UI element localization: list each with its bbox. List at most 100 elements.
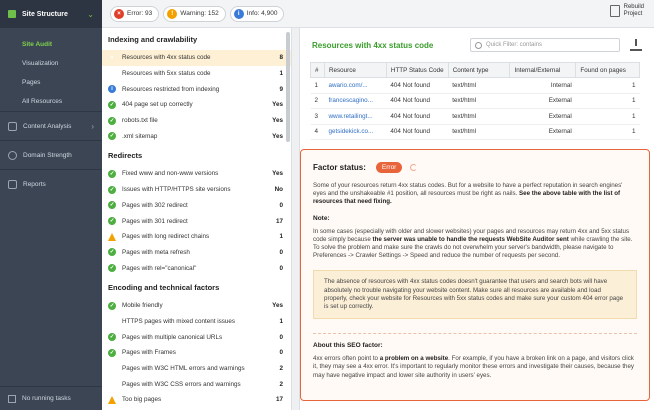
warn-status-icon (108, 232, 116, 241)
factor-label: Issues with HTTP/HTTPS site versions (122, 186, 231, 194)
factor-row[interactable]: Pages with long redirect chains 1 (102, 229, 291, 245)
factor-row[interactable]: × Pages with W3C CSS errors and warnings 2 (102, 376, 291, 392)
column-header-resource[interactable]: Resource (323, 62, 387, 78)
factor-row[interactable]: × Resources with 4xx status code 8 (102, 50, 291, 66)
factor-label: Pages with rel="canonical" (122, 264, 197, 272)
quick-filter-input[interactable]: Quick Filter: contains (470, 38, 620, 52)
ok-status-icon: ✓ (108, 348, 116, 357)
about-text: 4xx errors often point to a problem on a… (313, 355, 637, 380)
error-count-pill[interactable]: × Error: 93 (110, 5, 160, 22)
export-download-icon[interactable] (630, 39, 642, 51)
factor-row[interactable]: ✓ robots.txt file Yes (102, 113, 291, 129)
factor-value: No (274, 186, 283, 194)
factor-value: Yes (272, 170, 283, 178)
status-description: Some of your resources return 4xx status… (313, 182, 637, 207)
resource-link[interactable]: getsidekick.co... (324, 124, 387, 140)
factor-row[interactable]: × Pages with W3C HTML errors and warnings… (102, 361, 291, 377)
details-title: Resources with 4xx status code (312, 40, 434, 50)
factor-row[interactable]: ✓ Fixed www and non-www versions Yes (102, 166, 291, 182)
factor-row[interactable]: ✓ Pages with 302 redirect 0 (102, 198, 291, 214)
factor-label: Too big pages (122, 396, 162, 404)
column-header-number[interactable]: # (310, 62, 325, 78)
factor-row[interactable]: ✓ 404 page set up correctly Yes (102, 97, 291, 113)
ok-status-icon: ✓ (108, 264, 116, 273)
table-row[interactable]: 1 awario.com/... 404 Not found text/html Int… (310, 77, 640, 94)
resource-link[interactable]: www.retailingt... (324, 108, 387, 125)
factor-row[interactable]: ✓ Pages with Frames 0 (102, 345, 291, 361)
ok-status-icon: ✓ (108, 116, 116, 125)
internal-external: External (509, 124, 576, 140)
sidebar-item-site-audit[interactable]: Site Audit (22, 35, 102, 54)
sidebar-item-all-resources[interactable]: All Resources (22, 92, 102, 111)
sidebar-section-reports[interactable]: Reports (0, 169, 102, 198)
note-text: In some cases (especially with older and… (313, 228, 637, 261)
info-status-icon: i (108, 85, 116, 94)
sidebar-item-pages[interactable]: Pages (22, 73, 102, 92)
internal-external: External (509, 93, 576, 109)
column-header-content-type[interactable]: Content type (447, 62, 511, 78)
rebuild-label-line1: Rebuild (623, 4, 644, 10)
error-status-icon: × (110, 54, 114, 61)
factor-row[interactable]: ✓ Pages with multiple canonical URLs 0 (102, 329, 291, 345)
factor-label: Pages with 302 redirect (122, 201, 188, 209)
sidebar-section-content-analysis[interactable]: Content Analysis › (0, 111, 102, 140)
factor-row[interactable]: ✓ Pages with 301 redirect 17 (102, 213, 291, 229)
warning-count: Warning: 152 (180, 10, 219, 17)
refresh-icon[interactable] (410, 163, 418, 171)
factor-row[interactable]: ✓ Mobile friendly Yes (102, 298, 291, 314)
factor-label: Mobile friendly (122, 302, 163, 310)
resource-link[interactable]: awario.com/... (324, 77, 387, 94)
table-row[interactable]: 2 francescagino... 404 Not found text/html E… (310, 93, 640, 109)
error-status-icon: × (110, 365, 114, 372)
factor-label: Pages with long redirect chains (122, 233, 210, 241)
table-row[interactable]: 4 getsidekick.co... 404 Not found text/html… (310, 124, 640, 140)
factor-row[interactable]: i Resources restricted from indexing 9 (102, 81, 291, 97)
column-header-found-on-pages[interactable]: Found on pages (575, 62, 640, 78)
found-on-pages: 1 (575, 124, 640, 140)
sidebar-item-visualization[interactable]: Visualization (22, 54, 102, 73)
scrollbar[interactable] (286, 32, 290, 142)
factor-label: HTTPS pages with mixed content issues (122, 317, 236, 325)
rebuild-icon (609, 5, 620, 17)
factor-value: 0 (279, 333, 283, 341)
factor-value: 1 (279, 233, 283, 241)
resource-link[interactable]: francescagino... (324, 93, 387, 109)
factor-row[interactable]: ✓ Pages with meta refresh 0 (102, 245, 291, 261)
rebuild-project-button[interactable]: Rebuild Project (609, 4, 644, 18)
note-text-emphasis: the server was unable to handle the requ… (372, 235, 569, 243)
task-status[interactable]: No running tasks (0, 386, 102, 410)
info-count-pill[interactable]: i Info: 4,900 (229, 5, 285, 22)
sidebar-header-site-structure[interactable]: Site Structure ⌄ (0, 0, 102, 28)
column-header-status-code[interactable]: HTTP Status Code (385, 62, 449, 78)
note-heading: Note: (313, 214, 330, 222)
row-number: 1 (310, 77, 325, 94)
top-bar: × Error: 93 ! Warning: 152 i Info: 4,900… (102, 0, 654, 28)
factor-label: Pages with W3C CSS errors and warnings (122, 380, 241, 388)
factor-status-badge: Error (375, 161, 403, 173)
factor-status-title: Factor status: (313, 162, 366, 172)
sidebar-subitems: Site Audit Visualization Pages All Resou… (0, 28, 102, 111)
found-on-pages: 1 (575, 108, 640, 125)
warning-count-pill[interactable]: ! Warning: 152 (163, 5, 226, 22)
sidebar-section-domain-strength[interactable]: Domain Strength (0, 140, 102, 169)
search-icon (475, 41, 482, 49)
factor-row[interactable]: × HTTPS pages with mixed content issues 1 (102, 314, 291, 330)
factor-row[interactable]: ✓ Pages with rel="canonical" 0 (102, 260, 291, 276)
status-code: 404 Not found (386, 108, 449, 125)
quick-filter-placeholder: Quick Filter: contains (486, 42, 543, 48)
column-header-internal-external[interactable]: Internal/External (509, 62, 577, 78)
factor-value: 0 (279, 201, 283, 209)
divider (313, 333, 637, 335)
table-row[interactable]: 3 www.retailingt... 404 Not found text/html… (310, 108, 640, 125)
content-type: text/html (448, 124, 510, 140)
panel-collapse-strip[interactable] (292, 28, 300, 410)
factor-value: 1 (279, 317, 283, 325)
sidebar-section-label: Content Analysis (23, 122, 72, 130)
factor-row[interactable]: × Resources with 5xx status code 1 (102, 66, 291, 82)
factor-row[interactable]: ✓ .xml sitemap Yes (102, 128, 291, 144)
factor-group-title: Redirects (108, 151, 143, 161)
factor-row[interactable]: ✓ Issues with HTTP/HTTPS site versions No (102, 182, 291, 198)
factor-label: Fixed www and non-www versions (122, 170, 219, 178)
factor-row[interactable]: Too big pages 17 (102, 392, 291, 408)
factor-label: robots.txt file (122, 117, 158, 125)
